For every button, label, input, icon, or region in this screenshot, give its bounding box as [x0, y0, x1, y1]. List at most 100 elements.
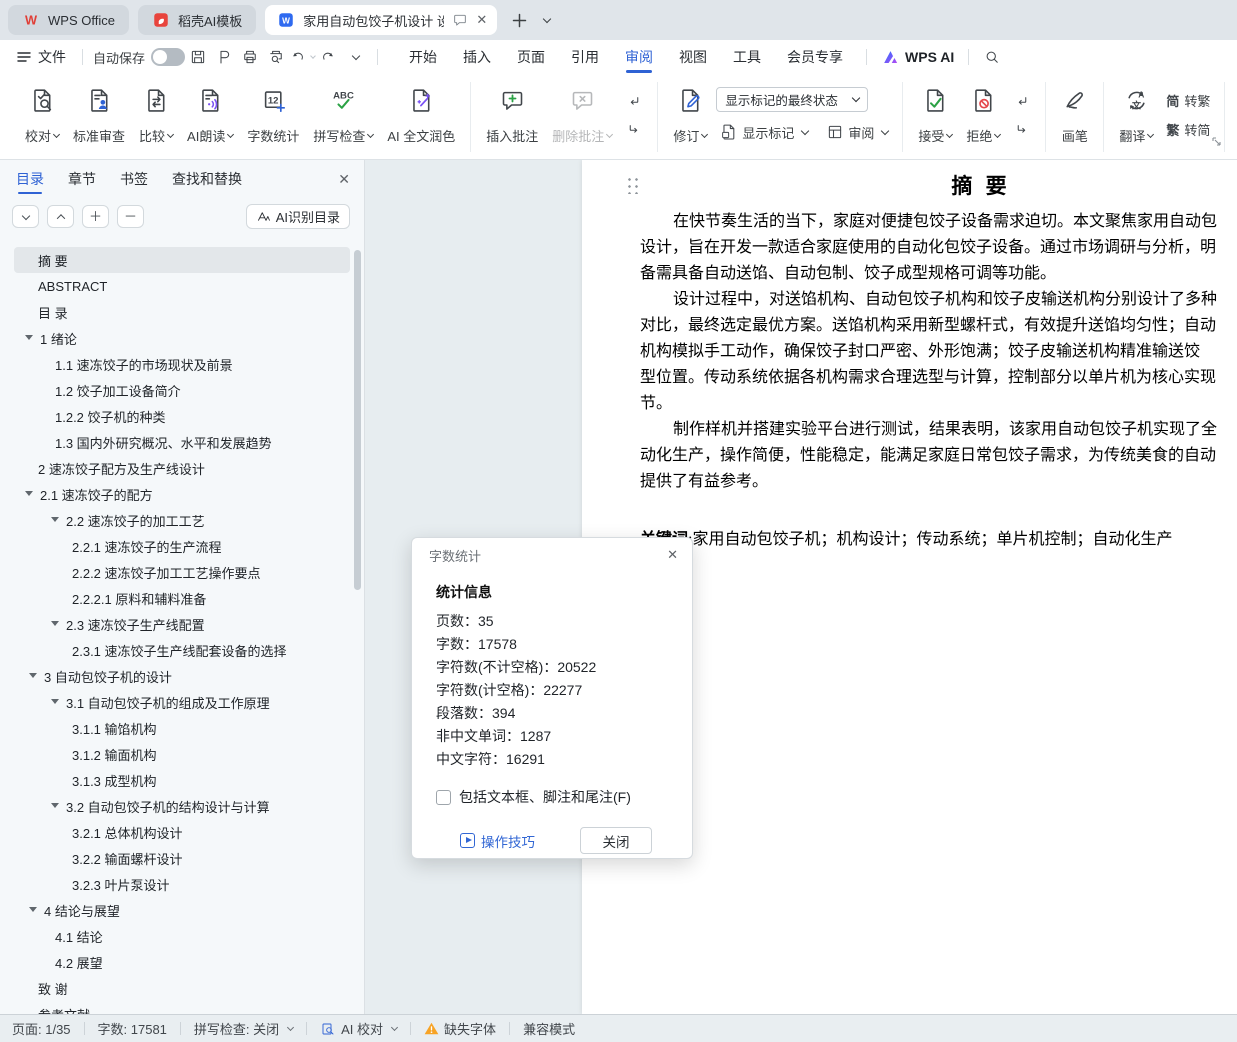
autosave-toggle[interactable]: [151, 48, 185, 66]
traditional-to-simplified-button[interactable]: 繁转简: [1162, 118, 1214, 141]
missing-font-warning[interactable]: 缺失字体: [424, 1019, 496, 1038]
toc-item[interactable]: 4.1 结论: [14, 923, 350, 949]
menu-tab-5[interactable]: 审阅: [612, 40, 666, 74]
toc-item[interactable]: 3.1.1 输馅机构: [14, 715, 350, 741]
menu-tab-1[interactable]: 开始: [396, 40, 450, 74]
toc-item[interactable]: 1.3 国内外研究概况、水平和发展趋势: [14, 429, 350, 455]
toc-item[interactable]: 1 绪论: [14, 325, 350, 351]
toc-item[interactable]: 目 录: [14, 299, 350, 325]
compare-button[interactable]: 比较: [132, 82, 180, 148]
toc-item[interactable]: 3.1 自动包饺子机的组成及工作原理: [14, 689, 350, 715]
previous-change-button[interactable]: [1009, 90, 1035, 112]
spell-check-button[interactable]: ABC 拼写检查: [306, 82, 380, 148]
spell-check-status[interactable]: 拼写检查: 关闭: [194, 1019, 293, 1038]
tab-document-active[interactable]: W 家用自动包饺子机设计 设计 ✕: [265, 5, 497, 35]
toc-item[interactable]: 3.2.1 总体机构设计: [14, 819, 350, 845]
reject-change-button[interactable]: 拒绝: [959, 82, 1007, 148]
toc-item[interactable]: 3.1.3 成型机构: [14, 767, 350, 793]
toc-item[interactable]: 参考文献: [14, 1001, 350, 1014]
simplified-to-traditional-button[interactable]: 简转繁: [1162, 89, 1214, 112]
toc-item[interactable]: 3.2.3 叶片泵设计: [14, 871, 350, 897]
print-button[interactable]: [237, 45, 263, 69]
review-pane-button[interactable]: 审阅: [822, 121, 892, 144]
toc-next-heading-button[interactable]: [12, 205, 39, 228]
toc-item[interactable]: 摘 要: [14, 247, 350, 273]
save-button[interactable]: [185, 45, 211, 69]
collapse-arrow-icon[interactable]: [51, 621, 59, 626]
toc-item[interactable]: ABSTRACT: [14, 273, 350, 299]
insert-comment-button[interactable]: 插入批注: [479, 82, 545, 148]
toc-item[interactable]: 2.2.2 速冻饺子加工工艺操作要点: [14, 559, 350, 585]
dialog-close-icon[interactable]: ✕: [667, 547, 678, 563]
toc-item[interactable]: 致 谢: [14, 975, 350, 1001]
menu-tab-4[interactable]: 引用: [558, 40, 612, 74]
ai-recognize-toc-button[interactable]: AI识别目录: [246, 204, 350, 229]
next-comment-button[interactable]: [621, 118, 647, 140]
redo-button[interactable]: [315, 45, 341, 69]
sidebar-tab-find-replace[interactable]: 查找和替换: [172, 164, 242, 194]
tips-link[interactable]: 操作技巧: [460, 831, 535, 851]
collapse-arrow-icon[interactable]: [25, 335, 33, 340]
collapse-arrow-icon[interactable]: [51, 699, 59, 704]
translate-button[interactable]: 文A 翻译: [1112, 82, 1160, 148]
collapse-arrow-icon[interactable]: [25, 491, 33, 496]
dialog-launcher-icon[interactable]: [1212, 133, 1221, 151]
toc-item[interactable]: 2.2 速冻饺子的加工工艺: [14, 507, 350, 533]
word-count-indicator[interactable]: 字数: 17581: [98, 1019, 167, 1038]
toc-item[interactable]: 2.2.1 速冻饺子的生产流程: [14, 533, 350, 559]
toc-expand-button[interactable]: ＋: [82, 205, 109, 228]
tab-comment-icon[interactable]: [452, 12, 468, 28]
markup-state-select[interactable]: 显示标记的最终状态: [716, 87, 868, 112]
new-tab-button[interactable]: [506, 7, 532, 33]
collapse-arrow-icon[interactable]: [51, 803, 59, 808]
paragraph-drag-handle-icon[interactable]: [626, 176, 639, 194]
ai-polish-button[interactable]: AI 全文润色: [380, 82, 462, 148]
toc-item[interactable]: 2.3 速冻饺子生产线配置: [14, 611, 350, 637]
accept-change-button[interactable]: 接受: [911, 82, 959, 148]
next-change-button[interactable]: [1009, 118, 1035, 140]
previous-comment-button[interactable]: [621, 90, 647, 112]
ai-proofread-status[interactable]: AI 校对: [320, 1019, 397, 1038]
toc-item[interactable]: 3.2 自动包饺子机的结构设计与计算: [14, 793, 350, 819]
track-changes-button[interactable]: 修订: [666, 82, 714, 148]
toc-item[interactable]: 1.2.2 饺子机的种类: [14, 403, 350, 429]
toc-item[interactable]: 2.3.1 速冻饺子生产线配套设备的选择: [14, 637, 350, 663]
tab-close-icon[interactable]: ✕: [476, 12, 487, 28]
toc-item[interactable]: 3.1.2 输面机构: [14, 741, 350, 767]
collapse-arrow-icon[interactable]: [51, 517, 59, 522]
tab-docer-templates[interactable]: 稻壳AI模板: [138, 5, 256, 35]
toc-item[interactable]: 2.2.2.1 原料和辅料准备: [14, 585, 350, 611]
show-markup-button[interactable]: 显示标记: [716, 121, 812, 144]
search-button[interactable]: [979, 45, 1005, 69]
ai-read-aloud-button[interactable]: AI朗读: [180, 82, 240, 148]
menu-tab-6[interactable]: 视图: [666, 40, 720, 74]
file-menu-button[interactable]: 文件: [10, 47, 72, 67]
menu-tab-3[interactable]: 页面: [504, 40, 558, 74]
dialog-close-button[interactable]: 关闭: [580, 827, 652, 854]
compatibility-mode-indicator[interactable]: 兼容模式: [523, 1019, 575, 1038]
sidebar-tab-contents[interactable]: 目录: [16, 164, 44, 194]
menu-tab-2[interactable]: 插入: [450, 40, 504, 74]
word-count-button[interactable]: 12 字数统计: [240, 82, 306, 148]
export-pdf-button[interactable]: [211, 45, 237, 69]
sidebar-tab-bookmarks[interactable]: 书签: [120, 164, 148, 194]
include-textbox-checkbox[interactable]: [436, 790, 451, 805]
toc-collapse-button[interactable]: －: [117, 205, 144, 228]
restrict-editing-button[interactable]: 限制编辑: [1233, 82, 1237, 148]
delete-comment-button[interactable]: 删除批注: [545, 82, 619, 148]
menu-tab-8[interactable]: 会员专享: [774, 40, 856, 74]
toc-item[interactable]: 1.2 饺子加工设备简介: [14, 377, 350, 403]
tab-wps-office[interactable]: W WPS Office: [8, 5, 129, 35]
toc-item[interactable]: 4 结论与展望: [14, 897, 350, 923]
toc-item[interactable]: 2.1 速冻饺子的配方: [14, 481, 350, 507]
collapse-arrow-icon[interactable]: [29, 907, 37, 912]
menu-tab-7[interactable]: 工具: [720, 40, 774, 74]
standard-review-button[interactable]: 标准审查: [66, 82, 132, 148]
sidebar-tab-sections[interactable]: 章节: [68, 164, 96, 194]
tab-list-button[interactable]: [532, 7, 558, 33]
wps-ai-button[interactable]: WPS AI: [877, 48, 958, 67]
pen-button[interactable]: 画笔: [1054, 82, 1095, 148]
toc-item[interactable]: 3 自动包饺子机的设计: [14, 663, 350, 689]
proofread-button[interactable]: 校对: [18, 82, 66, 148]
more-commands-button[interactable]: [341, 45, 367, 69]
